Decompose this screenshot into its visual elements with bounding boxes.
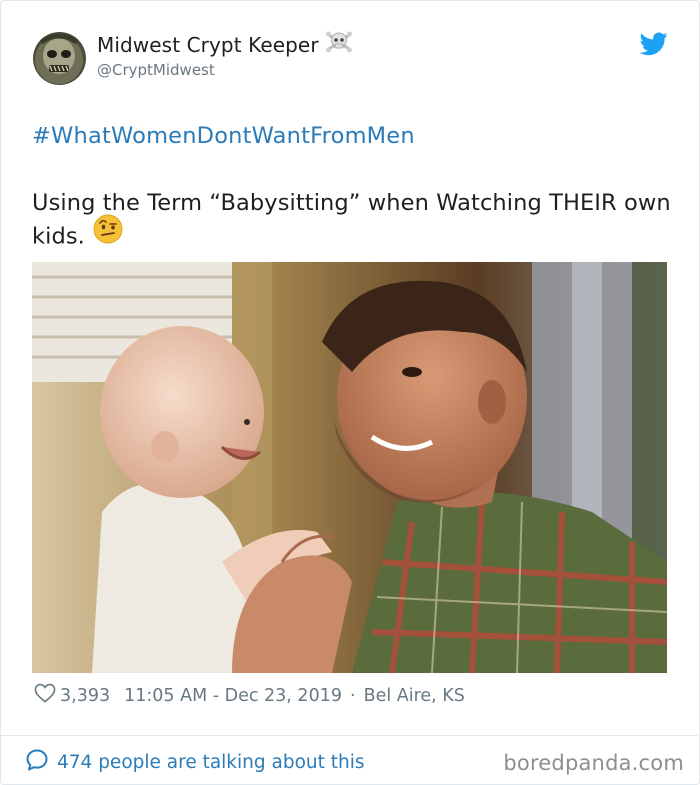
- divider: [0, 735, 698, 736]
- tweet-photo[interactable]: [32, 262, 667, 673]
- tweet-body: Using the Term “Babysitting” when Watchi…: [32, 187, 672, 254]
- conversation-link[interactable]: 474 people are talking about this: [25, 748, 365, 777]
- like-count[interactable]: 3,393: [60, 686, 110, 706]
- hashtag-link[interactable]: #WhatWomenDontWantFromMen: [32, 123, 415, 149]
- tweet-meta: 3,393 11:05 AM - Dec 23, 2019 · Bel Aire…: [34, 683, 465, 708]
- heart-icon[interactable]: [34, 683, 56, 708]
- avatar[interactable]: [33, 32, 86, 85]
- display-name[interactable]: Midwest Crypt Keeper: [97, 31, 353, 60]
- twitter-bird-icon[interactable]: [639, 32, 668, 56]
- skull-crossbones-icon: [325, 29, 353, 60]
- speech-bubble-icon: [25, 748, 49, 777]
- meta-separator: ·: [349, 685, 356, 706]
- tweet-text: Using the Term “Babysitting” when Watchi…: [32, 190, 671, 250]
- watermark: boredpanda.com: [503, 751, 684, 775]
- timestamp-link[interactable]: 11:05 AM - Dec 23, 2019: [124, 686, 342, 706]
- raised-eyebrow-face-icon: [93, 214, 123, 254]
- conversation-text: 474 people are talking about this: [57, 752, 365, 773]
- location-link[interactable]: Bel Aire, KS: [364, 686, 465, 706]
- display-name-text: Midwest Crypt Keeper: [97, 33, 319, 57]
- user-handle[interactable]: @CryptMidwest: [97, 61, 215, 79]
